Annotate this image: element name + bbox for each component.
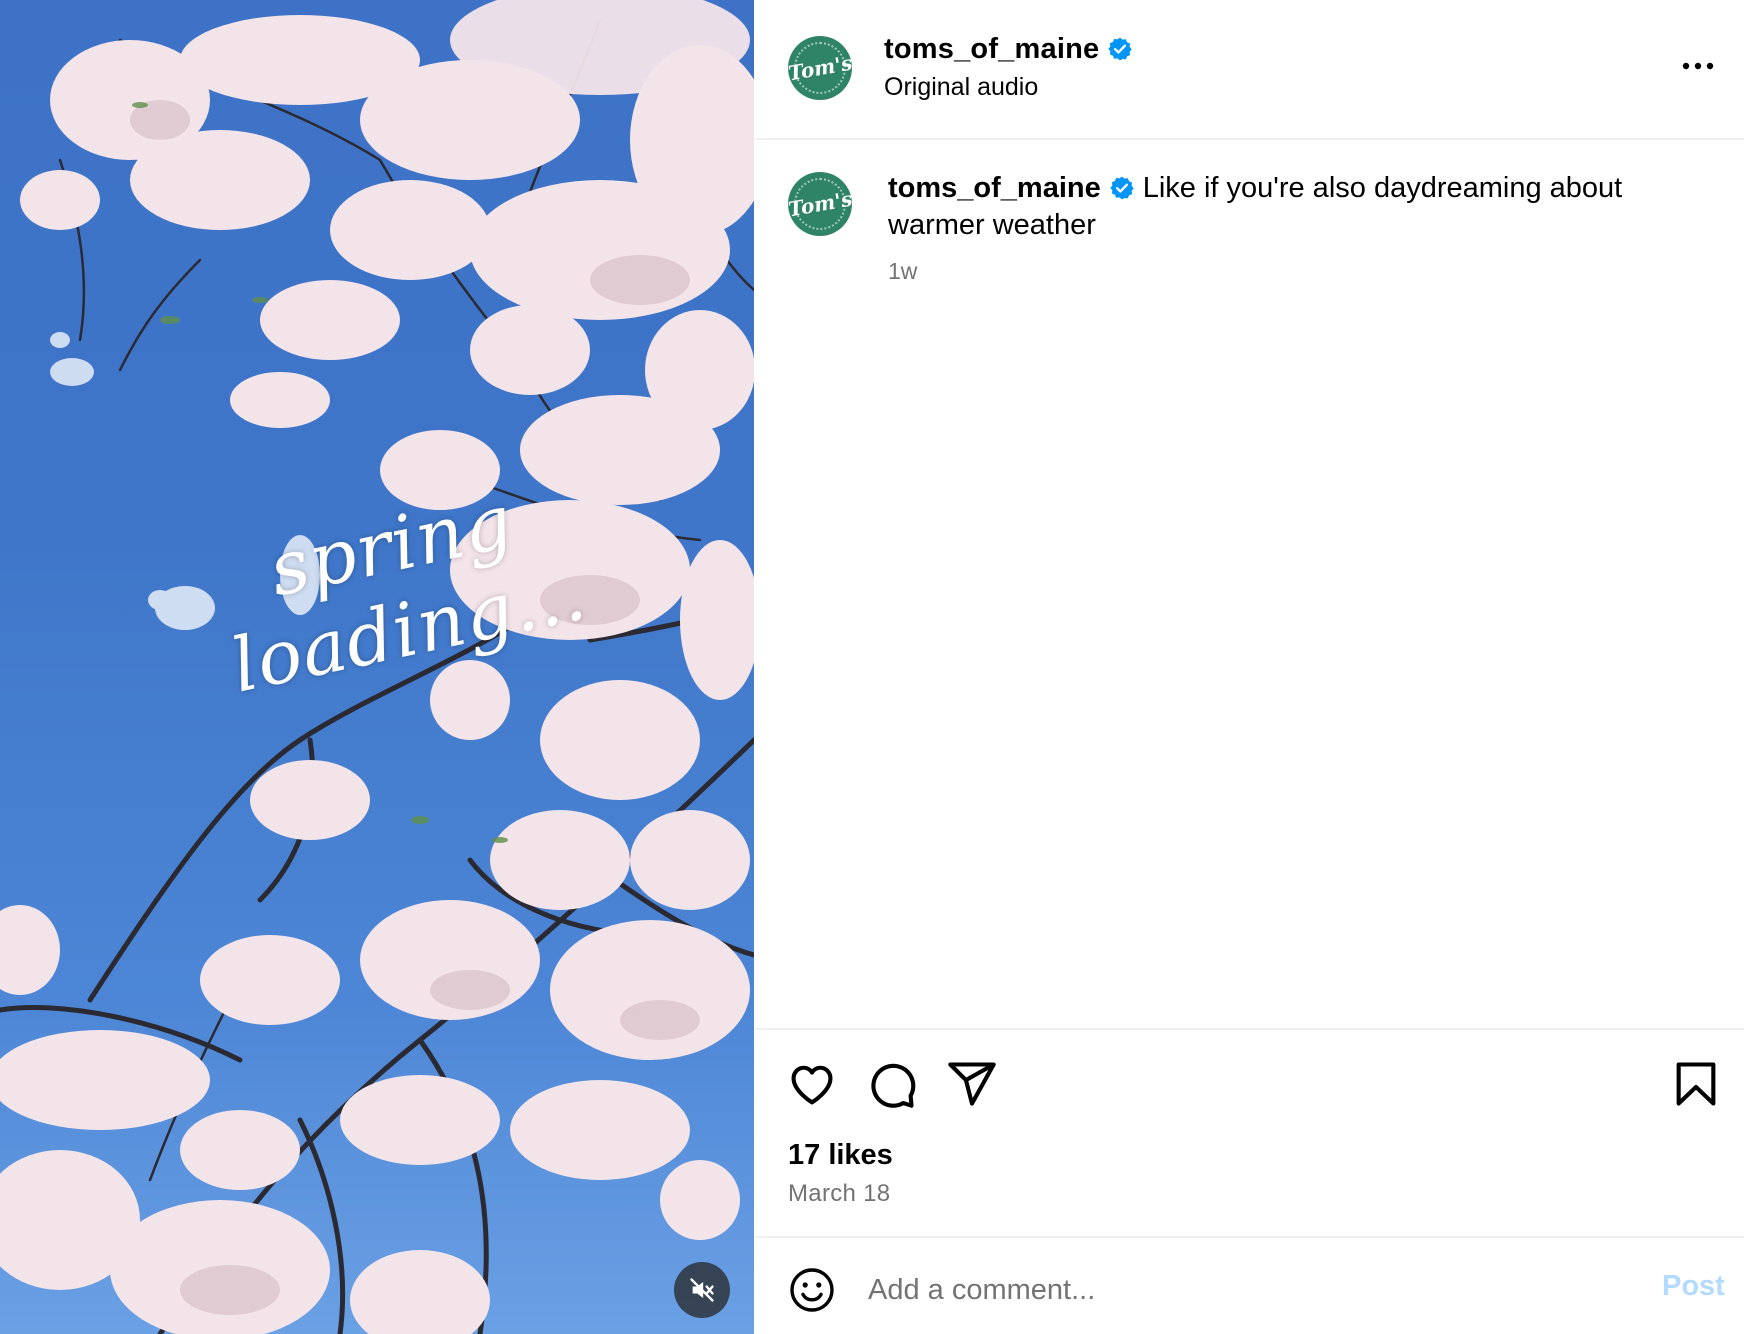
post-media[interactable]: spring loading... — [0, 0, 754, 1334]
avatar-logo-text: Tom's — [788, 50, 852, 86]
heart-icon[interactable] — [786, 1058, 838, 1110]
caption-avatar[interactable]: Tom's — [788, 172, 852, 236]
bookmark-icon[interactable] — [1670, 1058, 1722, 1110]
verified-badge-icon — [1108, 37, 1133, 61]
share-icon[interactable] — [946, 1058, 998, 1110]
verified-badge-icon — [1110, 176, 1134, 200]
speaker-muted-icon — [690, 1278, 714, 1302]
post-comment-button[interactable]: Post — [1662, 1270, 1725, 1303]
header-divider — [756, 138, 1744, 140]
header-username: toms_of_maine — [884, 33, 1100, 65]
header-avatar[interactable]: Tom's — [788, 36, 852, 100]
original-audio-link[interactable]: Original audio — [884, 73, 1038, 102]
comment-divider — [756, 1236, 1744, 1238]
more-horizontal-icon[interactable] — [1678, 52, 1718, 80]
post-details-panel: Tom's toms_of_maine Original audio Tom's… — [756, 0, 1744, 1334]
avatar-logo-text: Tom's — [788, 186, 852, 222]
post-date[interactable]: March 18 — [788, 1180, 890, 1208]
post-caption: toms_of_maine Like if you're also daydrea… — [888, 170, 1678, 244]
mute-toggle-button[interactable] — [674, 1262, 730, 1318]
likes-count[interactable]: 17 likes — [788, 1139, 893, 1172]
comment-input[interactable] — [868, 1266, 1568, 1314]
caption-timestamp[interactable]: 1w — [888, 258, 917, 285]
comment-icon[interactable] — [866, 1058, 918, 1110]
header-username-link[interactable]: toms_of_maine — [884, 33, 1133, 69]
actions-divider — [756, 1028, 1744, 1030]
emoji-icon[interactable] — [788, 1266, 836, 1314]
caption-username[interactable]: toms_of_maine — [888, 172, 1101, 204]
